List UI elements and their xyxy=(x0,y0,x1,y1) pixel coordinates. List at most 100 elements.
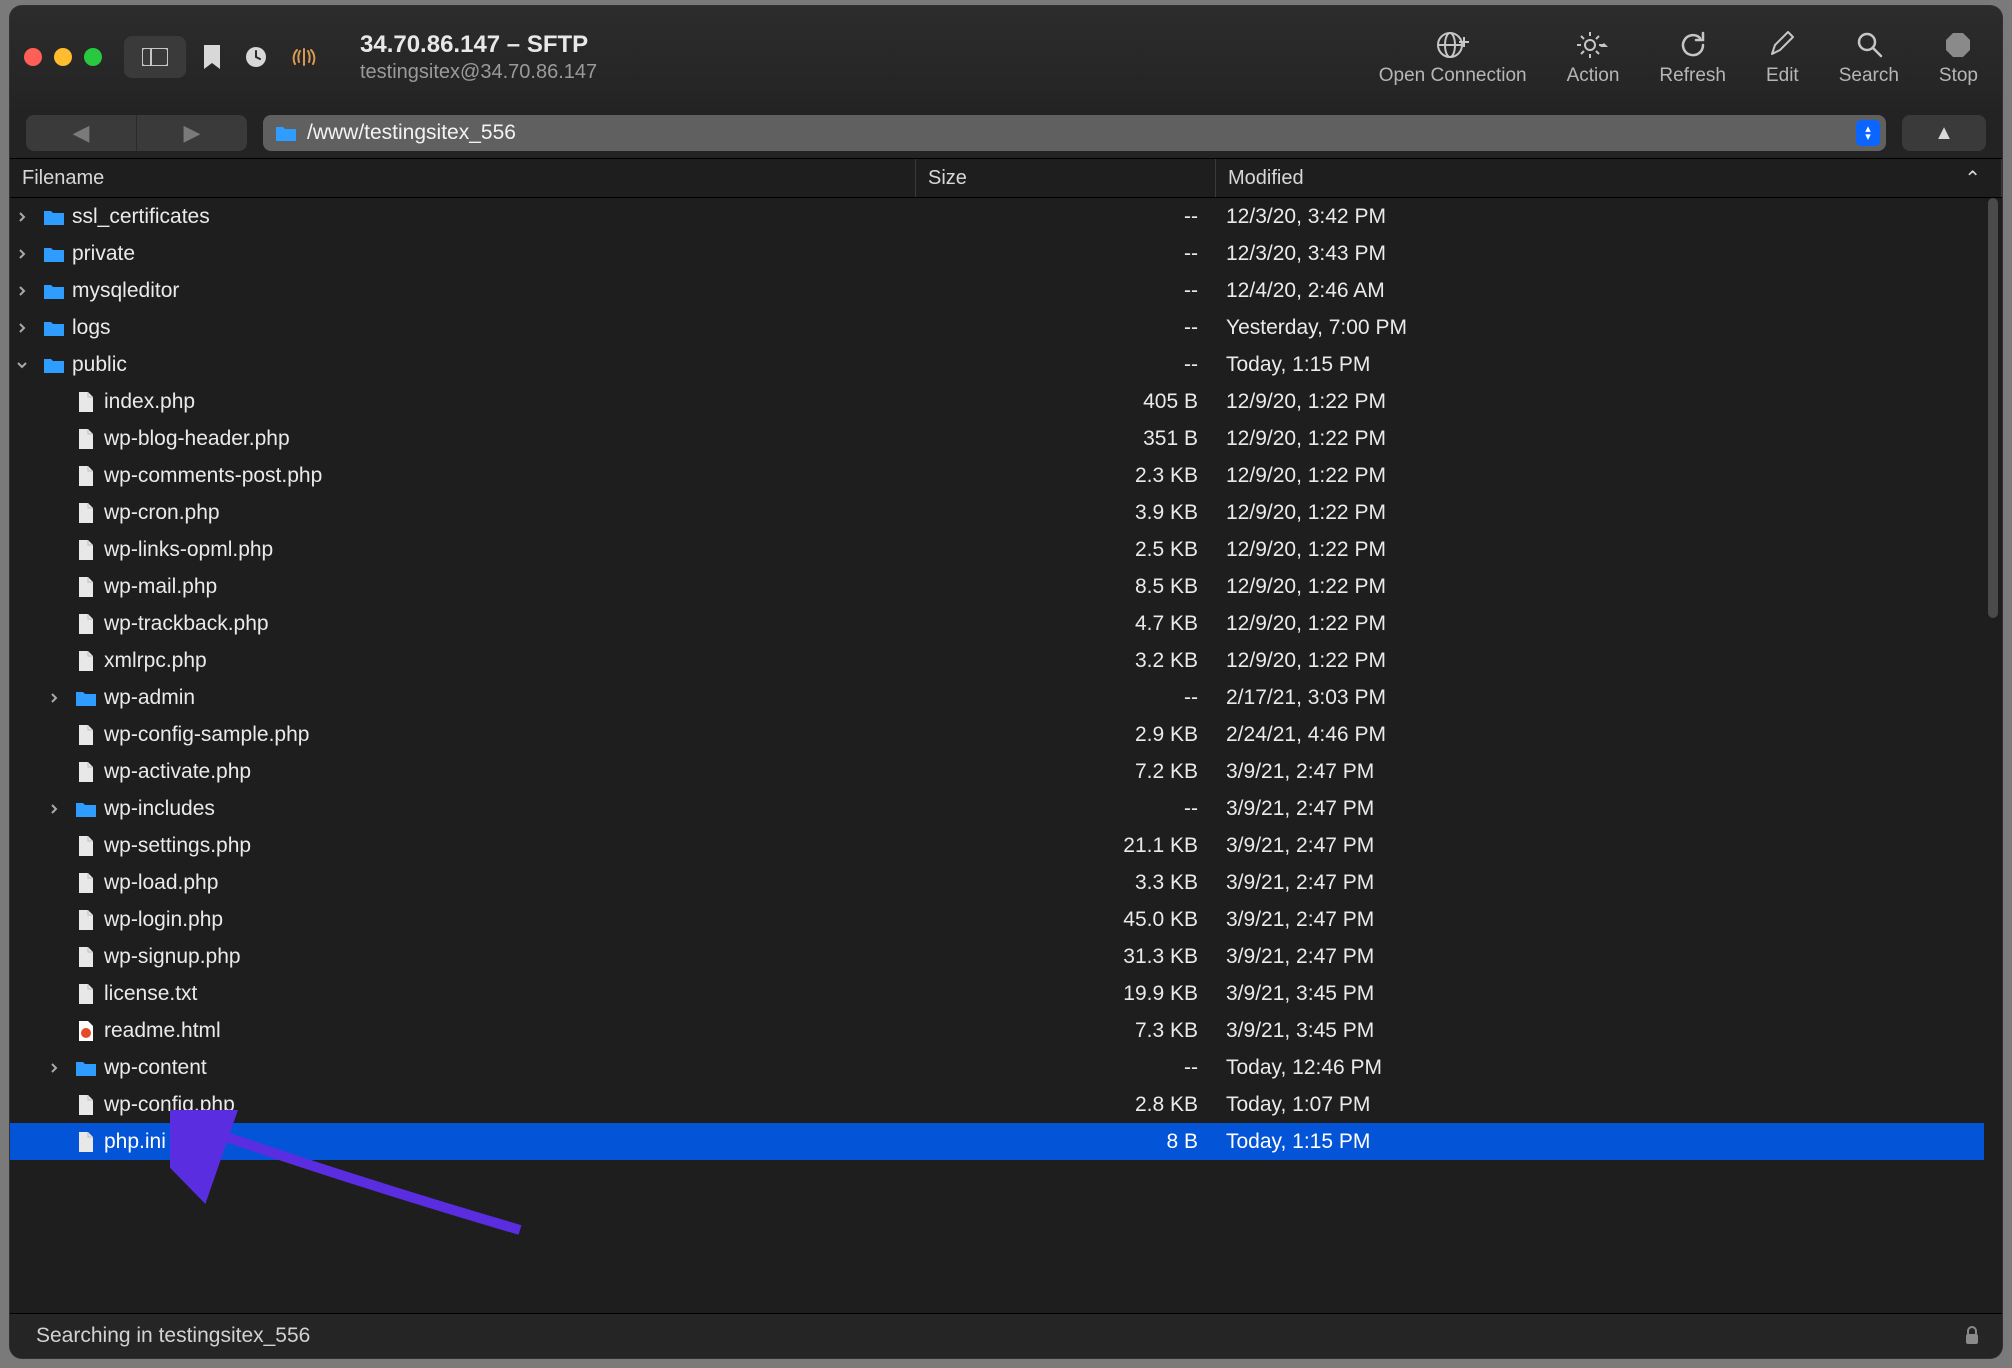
table-row[interactable]: ssl_certificates--12/3/20, 3:42 PM xyxy=(10,198,1984,235)
table-row[interactable]: mysqleditor--12/4/20, 2:46 AM xyxy=(10,272,1984,309)
file-list: ssl_certificates--12/3/20, 3:42 PMprivat… xyxy=(10,198,2002,1314)
file-size: 2.3 KB xyxy=(916,464,1216,488)
file-icon xyxy=(74,723,98,747)
file-size: 7.2 KB xyxy=(916,760,1216,784)
chevron-right-icon[interactable] xyxy=(16,248,36,260)
folder-icon xyxy=(42,242,66,266)
file-name: readme.html xyxy=(104,1019,221,1043)
file-modified: Today, 1:15 PM xyxy=(1216,353,1984,377)
file-modified: 3/9/21, 2:47 PM xyxy=(1216,945,1984,969)
file-modified: 12/9/20, 1:22 PM xyxy=(1216,538,1984,562)
table-row[interactable]: wp-trackback.php4.7 KB12/9/20, 1:22 PM xyxy=(10,605,1984,642)
edit-label: Edit xyxy=(1766,65,1799,87)
file-modified: 3/9/21, 2:47 PM xyxy=(1216,834,1984,858)
table-row[interactable]: wp-settings.php21.1 KB3/9/21, 2:47 PM xyxy=(10,827,1984,864)
window-minimize-button[interactable] xyxy=(54,48,72,66)
stop-button[interactable]: Stop xyxy=(1939,27,1978,87)
scrollbar[interactable] xyxy=(1986,198,2000,1313)
table-row[interactable]: xmlrpc.php3.2 KB12/9/20, 1:22 PM xyxy=(10,642,1984,679)
title-block: 34.70.86.147 – SFTP testingsitex@34.70.8… xyxy=(360,31,597,84)
chevron-right-icon[interactable] xyxy=(48,692,68,704)
path-row: ◀ ▶ /www/testingsitex_556 ▴▾ ▲ xyxy=(10,108,2002,158)
window-zoom-button[interactable] xyxy=(84,48,102,66)
table-row[interactable]: wp-signup.php31.3 KB3/9/21, 2:47 PM xyxy=(10,938,1984,975)
file-name: wp-config-sample.php xyxy=(104,723,309,747)
pencil-icon xyxy=(1768,27,1796,63)
edit-button[interactable]: Edit xyxy=(1766,27,1799,87)
table-row[interactable]: wp-admin--2/17/21, 3:03 PM xyxy=(10,679,1984,716)
file-name: wp-includes xyxy=(104,797,215,821)
window-close-button[interactable] xyxy=(24,48,42,66)
path-field[interactable]: /www/testingsitex_556 ▴▾ xyxy=(263,115,1886,151)
file-modified: Today, 1:15 PM xyxy=(1216,1130,1984,1154)
file-icon xyxy=(74,612,98,636)
table-row[interactable]: wp-includes --3/9/21, 2:47 PM xyxy=(10,790,1984,827)
chevron-down-icon[interactable] xyxy=(16,359,36,371)
file-icon xyxy=(74,427,98,451)
file-size: 3.2 KB xyxy=(916,649,1216,673)
table-row[interactable]: public--Today, 1:15 PM xyxy=(10,346,1984,383)
refresh-button[interactable]: Refresh xyxy=(1659,27,1726,87)
file-icon xyxy=(74,908,98,932)
file-name: wp-load.php xyxy=(104,871,218,895)
column-modified[interactable]: Modified ⌃ xyxy=(1216,159,2002,197)
file-modified: 2/17/21, 3:03 PM xyxy=(1216,686,1984,710)
table-row[interactable]: wp-comments-post.php2.3 KB12/9/20, 1:22 … xyxy=(10,457,1984,494)
file-name: wp-trackback.php xyxy=(104,612,269,636)
file-icon xyxy=(74,1093,98,1117)
chevron-right-icon[interactable] xyxy=(48,1062,68,1074)
table-row[interactable]: readme.html7.3 KB3/9/21, 3:45 PM xyxy=(10,1012,1984,1049)
table-row[interactable]: wp-links-opml.php2.5 KB12/9/20, 1:22 PM xyxy=(10,531,1984,568)
chevron-right-icon[interactable] xyxy=(48,803,68,815)
bonjour-icon[interactable] xyxy=(284,38,324,76)
file-name: logs xyxy=(72,316,111,340)
file-icon xyxy=(74,649,98,673)
path-text: /www/testingsitex_556 xyxy=(307,121,516,145)
table-row[interactable]: wp-login.php45.0 KB3/9/21, 2:47 PM xyxy=(10,901,1984,938)
table-row[interactable]: private--12/3/20, 3:43 PM xyxy=(10,235,1984,272)
folder-icon xyxy=(275,124,297,142)
column-filename[interactable]: Filename xyxy=(10,159,916,197)
table-row[interactable]: php.ini8 BToday, 1:15 PM xyxy=(10,1123,1984,1160)
path-dropdown-stepper[interactable]: ▴▾ xyxy=(1856,120,1880,146)
table-row[interactable]: wp-load.php3.3 KB3/9/21, 2:47 PM xyxy=(10,864,1984,901)
table-row[interactable]: wp-cron.php3.9 KB12/9/20, 1:22 PM xyxy=(10,494,1984,531)
folder-icon xyxy=(42,353,66,377)
search-button[interactable]: Search xyxy=(1839,27,1899,87)
file-icon xyxy=(74,945,98,969)
file-size: 405 B xyxy=(916,390,1216,414)
go-up-button[interactable]: ▲ xyxy=(1902,115,1986,151)
file-size: 45.0 KB xyxy=(916,908,1216,932)
column-size[interactable]: Size xyxy=(916,159,1216,197)
chevron-right-icon[interactable] xyxy=(16,285,36,297)
file-modified: Today, 1:07 PM xyxy=(1216,1093,1984,1117)
file-size: -- xyxy=(916,797,1216,821)
folder-icon xyxy=(74,1056,98,1080)
table-row[interactable]: wp-content--Today, 12:46 PM xyxy=(10,1049,1984,1086)
table-row[interactable]: wp-config-sample.php2.9 KB2/24/21, 4:46 … xyxy=(10,716,1984,753)
table-row[interactable]: wp-mail.php8.5 KB12/9/20, 1:22 PM xyxy=(10,568,1984,605)
scrollbar-thumb[interactable] xyxy=(1988,198,1998,618)
chevron-right-icon[interactable] xyxy=(16,322,36,334)
chevron-right-icon[interactable] xyxy=(16,211,36,223)
gear-icon xyxy=(1576,27,1610,63)
nav-back-button[interactable]: ◀ xyxy=(26,115,136,151)
table-row[interactable]: index.php405 B12/9/20, 1:22 PM xyxy=(10,383,1984,420)
sidebar-toggle-button[interactable] xyxy=(124,36,186,78)
bookmarks-icon[interactable] xyxy=(196,39,228,75)
table-row[interactable]: wp-activate.php7.2 KB3/9/21, 2:47 PM xyxy=(10,753,1984,790)
file-size: 3.3 KB xyxy=(916,871,1216,895)
titlebar: 34.70.86.147 – SFTP testingsitex@34.70.8… xyxy=(10,6,2002,108)
file-icon xyxy=(74,501,98,525)
file-modified: 3/9/21, 2:47 PM xyxy=(1216,797,1984,821)
history-icon[interactable] xyxy=(238,39,274,75)
action-button[interactable]: Action xyxy=(1567,27,1620,87)
open-connection-label: Open Connection xyxy=(1379,65,1527,87)
table-row[interactable]: wp-blog-header.php351 B12/9/20, 1:22 PM xyxy=(10,420,1984,457)
table-row[interactable]: wp-config.php2.8 KBToday, 1:07 PM xyxy=(10,1086,1984,1123)
table-row[interactable]: logs--Yesterday, 7:00 PM xyxy=(10,309,1984,346)
nav-forward-button[interactable]: ▶ xyxy=(137,115,247,151)
refresh-icon xyxy=(1678,27,1708,63)
open-connection-button[interactable]: Open Connection xyxy=(1379,27,1527,87)
table-row[interactable]: license.txt19.9 KB3/9/21, 3:45 PM xyxy=(10,975,1984,1012)
